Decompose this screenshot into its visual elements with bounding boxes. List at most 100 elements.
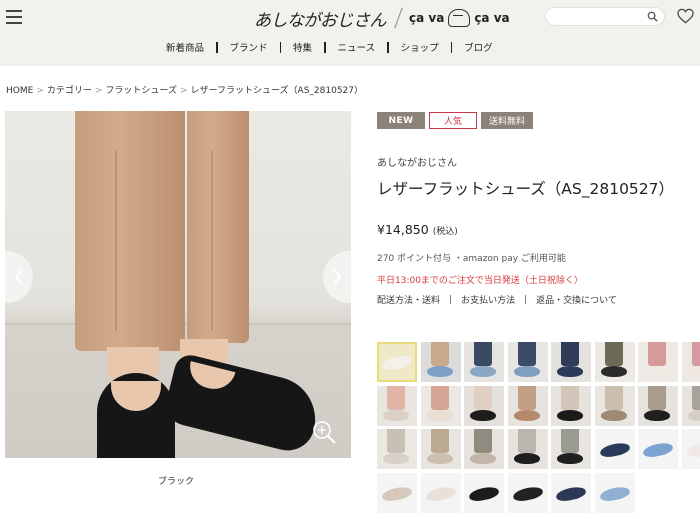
product-thumbnail[interactable] xyxy=(638,429,678,469)
thumbnail-shoe xyxy=(644,409,670,421)
thumbnail-leg xyxy=(474,429,492,453)
product-thumbnail[interactable] xyxy=(377,429,417,469)
product-thumbnail[interactable] xyxy=(507,342,548,382)
thumbnail-leg xyxy=(648,385,666,410)
thumbnail-shoe xyxy=(513,409,540,421)
product-thumbnail[interactable] xyxy=(464,342,504,382)
thumbnail-shoe xyxy=(687,366,700,377)
nav-shops[interactable]: ショップ xyxy=(389,40,451,54)
zoom-icon[interactable] xyxy=(311,419,337,445)
shipping-notice: 平日13:00までのご注文で当日発送（土日祝除く） xyxy=(377,276,583,286)
nav-news[interactable]: ニュース xyxy=(326,40,388,54)
product-price: ¥14,850 (税込) xyxy=(377,222,458,237)
product-thumbnail[interactable] xyxy=(507,472,548,513)
product-thumbnail[interactable] xyxy=(594,429,635,469)
product-brand[interactable]: あしながおじさん xyxy=(377,154,457,169)
product-thumbnail[interactable] xyxy=(507,385,548,426)
breadcrumb: HOME > カテゴリー > フラットシューズ > レザーフラットシューズ（AS_28105… xyxy=(6,83,363,96)
product-thumbnail[interactable] xyxy=(420,429,461,469)
shoe-right xyxy=(161,351,325,457)
breadcrumb-flat-shoes[interactable]: フラットシューズ xyxy=(105,86,177,96)
nav-blog[interactable]: ブログ xyxy=(452,40,505,54)
thumbnail-shoe xyxy=(600,409,627,421)
product-thumbnail[interactable] xyxy=(464,472,504,513)
site-header: あしながおじさん ça va ça va 新着商品 ブランド 特集 ニュース シ… xyxy=(0,0,700,66)
product-thumbnail[interactable] xyxy=(681,385,700,426)
product-thumbnail[interactable] xyxy=(594,385,635,426)
search-icon[interactable] xyxy=(647,11,658,22)
thumbnail-shoe xyxy=(381,354,413,372)
menu-icon[interactable] xyxy=(6,10,22,24)
thumbnail-shoe xyxy=(470,409,496,421)
product-thumbnail[interactable] xyxy=(551,429,591,469)
thumbnail-shoe xyxy=(426,453,453,464)
breadcrumb-home[interactable]: HOME xyxy=(6,86,33,96)
logo-ashinaga[interactable]: あしながおじさん xyxy=(254,6,387,31)
product-thumbnail[interactable] xyxy=(681,429,700,469)
breadcrumb-current: レザーフラットシューズ（AS_2810527） xyxy=(190,86,363,96)
logo-divider xyxy=(394,7,403,29)
thumbnail-shoe xyxy=(557,409,583,421)
nav-new-arrivals[interactable]: 新着商品 xyxy=(154,40,216,54)
product-thumbnail[interactable] xyxy=(464,429,504,469)
search-input[interactable] xyxy=(554,12,650,29)
chevron-left-icon xyxy=(14,269,23,285)
thumbnail-leg xyxy=(430,385,449,410)
shoe-left xyxy=(97,373,175,458)
thumbnail-leg xyxy=(387,385,405,410)
thumbnail-shoe xyxy=(383,453,409,464)
thumbnail-leg xyxy=(430,429,449,453)
product-thumbnail[interactable] xyxy=(681,342,700,382)
thumbnail-leg xyxy=(517,385,536,410)
thumbnail-shoe xyxy=(600,366,627,377)
nav-brands[interactable]: ブランド xyxy=(218,40,280,54)
product-thumbnail[interactable] xyxy=(551,342,591,382)
link-divider: | xyxy=(524,294,528,305)
search-box[interactable] xyxy=(545,7,665,29)
next-image-button[interactable] xyxy=(323,251,351,303)
product-thumbnail[interactable] xyxy=(377,342,417,382)
thumbnail-shoe xyxy=(557,366,583,377)
product-thumbnail[interactable] xyxy=(507,429,548,469)
product-thumbnail[interactable] xyxy=(638,385,678,426)
main-product-image[interactable] xyxy=(5,111,351,458)
product-badges: NEW 人気 送料無料 xyxy=(377,112,537,129)
product-thumbnail[interactable] xyxy=(377,385,417,426)
image-caption: ブラック xyxy=(158,477,195,487)
thumbnail-shoe xyxy=(381,484,413,503)
logo-cava[interactable]: ça va xyxy=(409,11,444,25)
product-thumbnail[interactable] xyxy=(377,472,417,513)
thumbnail-shoe xyxy=(470,366,496,377)
product-thumbnail[interactable] xyxy=(464,385,504,426)
new-badge: NEW xyxy=(377,112,425,129)
chevron-right-icon xyxy=(333,269,342,285)
site-logo[interactable]: あしながおじさん ça va ça va xyxy=(254,5,510,31)
product-thumbnail[interactable] xyxy=(420,385,461,426)
product-thumbnail[interactable] xyxy=(594,342,635,382)
thumbnail-grid xyxy=(377,342,700,519)
product-thumbnail[interactable] xyxy=(638,342,678,382)
nav-features[interactable]: 特集 xyxy=(281,40,324,54)
link-payment[interactable]: お支払い方法 xyxy=(461,293,515,306)
thumbnail-leg xyxy=(604,385,623,410)
product-thumbnail[interactable] xyxy=(594,472,635,513)
product-thumbnail[interactable] xyxy=(551,385,591,426)
breadcrumb-category[interactable]: カテゴリー xyxy=(47,86,92,96)
thumbnail-leg xyxy=(474,342,492,366)
link-returns[interactable]: 返品・交換について xyxy=(536,293,617,306)
link-divider: | xyxy=(449,294,453,305)
thumbnail-leg xyxy=(517,342,536,366)
favorite-heart-icon[interactable] xyxy=(677,8,694,24)
thumbnail-leg xyxy=(604,342,623,366)
link-shipping[interactable]: 配送方法・送料 xyxy=(377,293,440,306)
thumbnail-leg xyxy=(561,429,579,453)
product-thumbnail[interactable] xyxy=(420,342,461,382)
product-thumbnail[interactable] xyxy=(420,472,461,513)
thumbnail-shoe xyxy=(555,484,587,503)
product-title: レザーフラットシューズ（AS_2810527） xyxy=(377,180,675,198)
thumbnail-leg xyxy=(474,385,492,410)
thumbnail-leg xyxy=(648,342,666,366)
prev-image-button[interactable] xyxy=(5,251,33,303)
logo-cava-2[interactable]: ça va xyxy=(474,11,509,25)
product-thumbnail[interactable] xyxy=(551,472,591,513)
